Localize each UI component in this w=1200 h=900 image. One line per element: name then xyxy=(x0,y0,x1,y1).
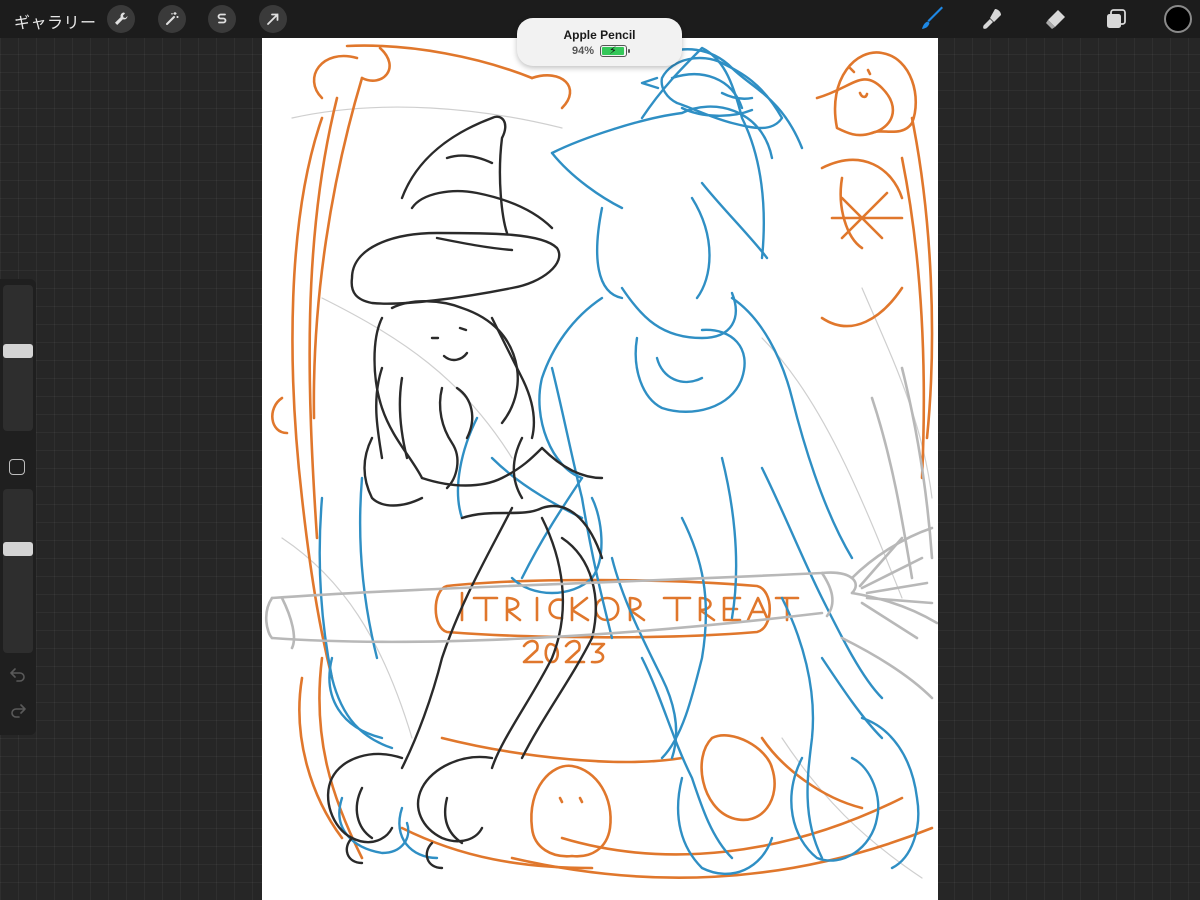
charging-bolt-icon: ⚡ xyxy=(609,45,617,57)
left-sidebar xyxy=(0,279,36,735)
smudge-icon xyxy=(983,9,1001,29)
transform-arrow-icon xyxy=(267,13,279,25)
layers-icon xyxy=(1107,9,1126,28)
opacity-slider[interactable] xyxy=(3,489,33,653)
brush-size-thumb[interactable] xyxy=(3,344,33,359)
battery-row: 94% ⚡ xyxy=(517,45,682,57)
opacity-thumb[interactable] xyxy=(3,541,33,556)
selection-button[interactable] xyxy=(208,5,236,33)
wrench-icon xyxy=(115,12,128,25)
toast-title: Apple Pencil xyxy=(563,28,636,42)
smudge-tool-button[interactable] xyxy=(977,4,1009,34)
orange-frame-strokes xyxy=(271,44,934,879)
battery-percent: 94% xyxy=(571,45,595,57)
magic-wand-icon xyxy=(166,12,179,25)
selection-s-icon xyxy=(217,13,227,24)
transform-button[interactable] xyxy=(259,5,287,33)
brush-icon xyxy=(922,6,943,29)
redo-button[interactable] xyxy=(8,701,28,721)
adjustments-button[interactable] xyxy=(158,5,186,33)
eraser-icon xyxy=(1046,10,1065,29)
sketch-artwork xyxy=(264,44,938,879)
undo-icon xyxy=(10,668,25,682)
layers-button[interactable] xyxy=(1100,4,1132,34)
gallery-button[interactable]: ギャラリー xyxy=(14,9,97,33)
redo-icon xyxy=(11,704,26,718)
drawing-canvas[interactable] xyxy=(262,38,938,900)
undo-button[interactable] xyxy=(8,665,28,685)
color-picker-button[interactable] xyxy=(1164,5,1192,33)
brush-tool-button[interactable] xyxy=(916,4,948,34)
actions-button[interactable] xyxy=(107,5,135,33)
battery-icon: ⚡ xyxy=(600,45,631,57)
apple-pencil-battery-toast: Apple Pencil 94% ⚡ xyxy=(517,18,682,66)
eraser-tool-button[interactable] xyxy=(1039,4,1071,34)
black-character-strokes xyxy=(326,115,604,870)
modify-button[interactable] xyxy=(9,459,25,475)
